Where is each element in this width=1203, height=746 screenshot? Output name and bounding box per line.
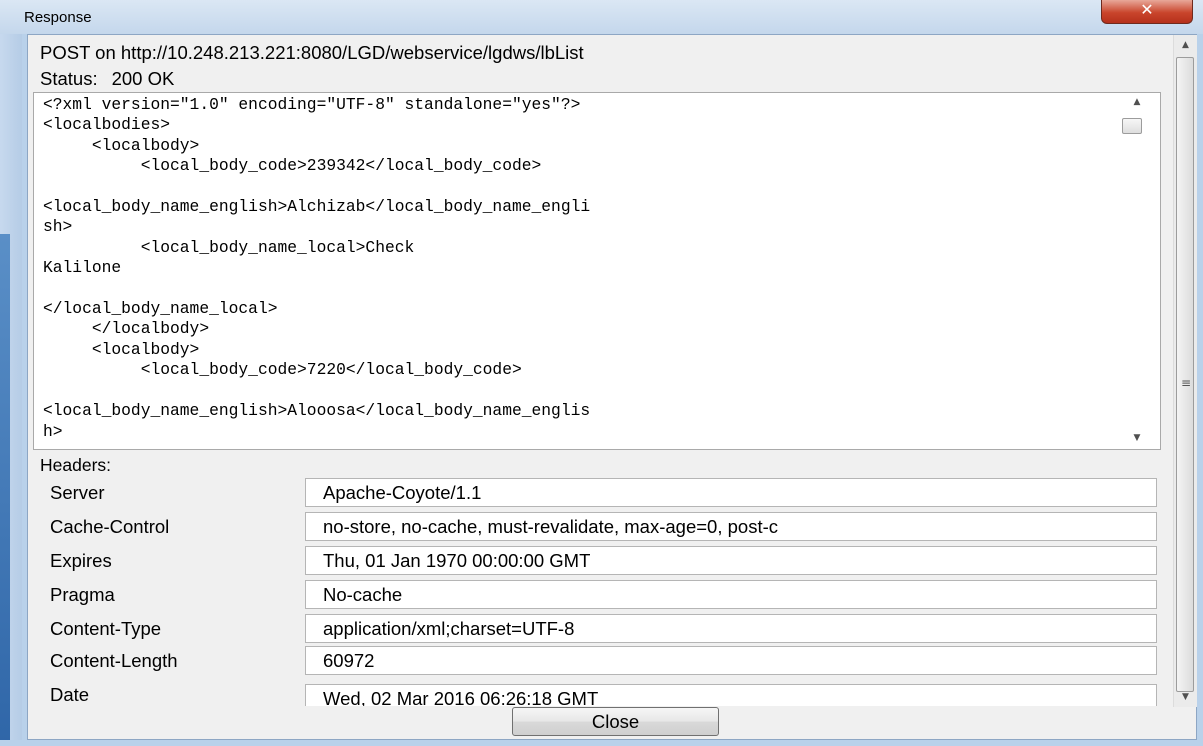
header-value-field[interactable]: Thu, 01 Jan 1970 00:00:00 GMT (305, 546, 1157, 575)
header-name: Content-Type (50, 618, 162, 639)
window-title: Response (24, 9, 92, 26)
status-value: 200 OK (111, 68, 175, 89)
response-body-textarea[interactable]: <?xml version="1.0" encoding="UTF-8" sta… (33, 92, 1161, 450)
header-value-field[interactable]: application/xml;charset=UTF-8 (305, 614, 1157, 643)
header-name: Expires (50, 550, 112, 571)
scroll-grip-icon: ≡ (1181, 376, 1192, 390)
scroll-up-arrow-icon[interactable]: ▲ (1174, 35, 1197, 55)
header-name: Server (50, 482, 105, 503)
close-button[interactable]: Close (512, 707, 719, 736)
body-scroll-thumb[interactable] (1122, 118, 1142, 134)
response-body-text[interactable]: <?xml version="1.0" encoding="UTF-8" sta… (43, 95, 590, 449)
body-scroll-up-arrow-icon[interactable]: ▲ (1114, 92, 1160, 112)
header-name: Content-Length (50, 650, 178, 671)
body-scrollbar[interactable]: ▲ ▼ (1114, 92, 1160, 450)
request-line: POST on http://10.248.213.221:8080/LGD/w… (40, 42, 584, 63)
header-value-field[interactable]: Apache-Coyote/1.1 (305, 478, 1157, 507)
header-row: Pragma No-cache (0, 580, 1170, 618)
status-line: Status: 200 OK (40, 68, 174, 90)
dialog-scrollbar[interactable]: ▲ ≡ ▼ (1173, 35, 1197, 707)
header-row: Cache-Control no-store, no-cache, must-r… (0, 512, 1170, 550)
scroll-down-arrow-icon[interactable]: ▼ (1174, 687, 1197, 707)
title-bar[interactable]: Response ✕ (0, 0, 1203, 34)
header-value-field[interactable]: 60972 (305, 646, 1157, 675)
body-scroll-down-arrow-icon[interactable]: ▼ (1114, 428, 1160, 448)
header-row: Server Apache-Coyote/1.1 (0, 478, 1170, 516)
header-row: Date Wed, 02 Mar 2016 06:26:18 GMT (0, 684, 1170, 706)
header-value-field[interactable]: No-cache (305, 580, 1157, 609)
window-right-border (1197, 34, 1203, 746)
header-value-field[interactable]: Wed, 02 Mar 2016 06:26:18 GMT (305, 684, 1157, 706)
window-bottom-border (0, 740, 1203, 746)
header-row: Expires Thu, 01 Jan 1970 00:00:00 GMT (0, 546, 1170, 584)
header-value-field[interactable]: no-store, no-cache, must-revalidate, max… (305, 512, 1157, 541)
header-name: Cache-Control (50, 516, 170, 537)
header-name: Date (50, 684, 90, 705)
status-label: Status: (40, 68, 98, 89)
response-window: Response ✕ ▲ ≡ ▼ POST on http://10.248.2… (0, 0, 1203, 746)
header-name: Pragma (50, 584, 115, 605)
dialog-scroll-thumb[interactable]: ≡ (1176, 57, 1194, 692)
header-row: Content-Length 60972 (0, 646, 1170, 684)
headers-label: Headers: (40, 455, 112, 475)
window-close-icon[interactable]: ✕ (1101, 0, 1193, 24)
